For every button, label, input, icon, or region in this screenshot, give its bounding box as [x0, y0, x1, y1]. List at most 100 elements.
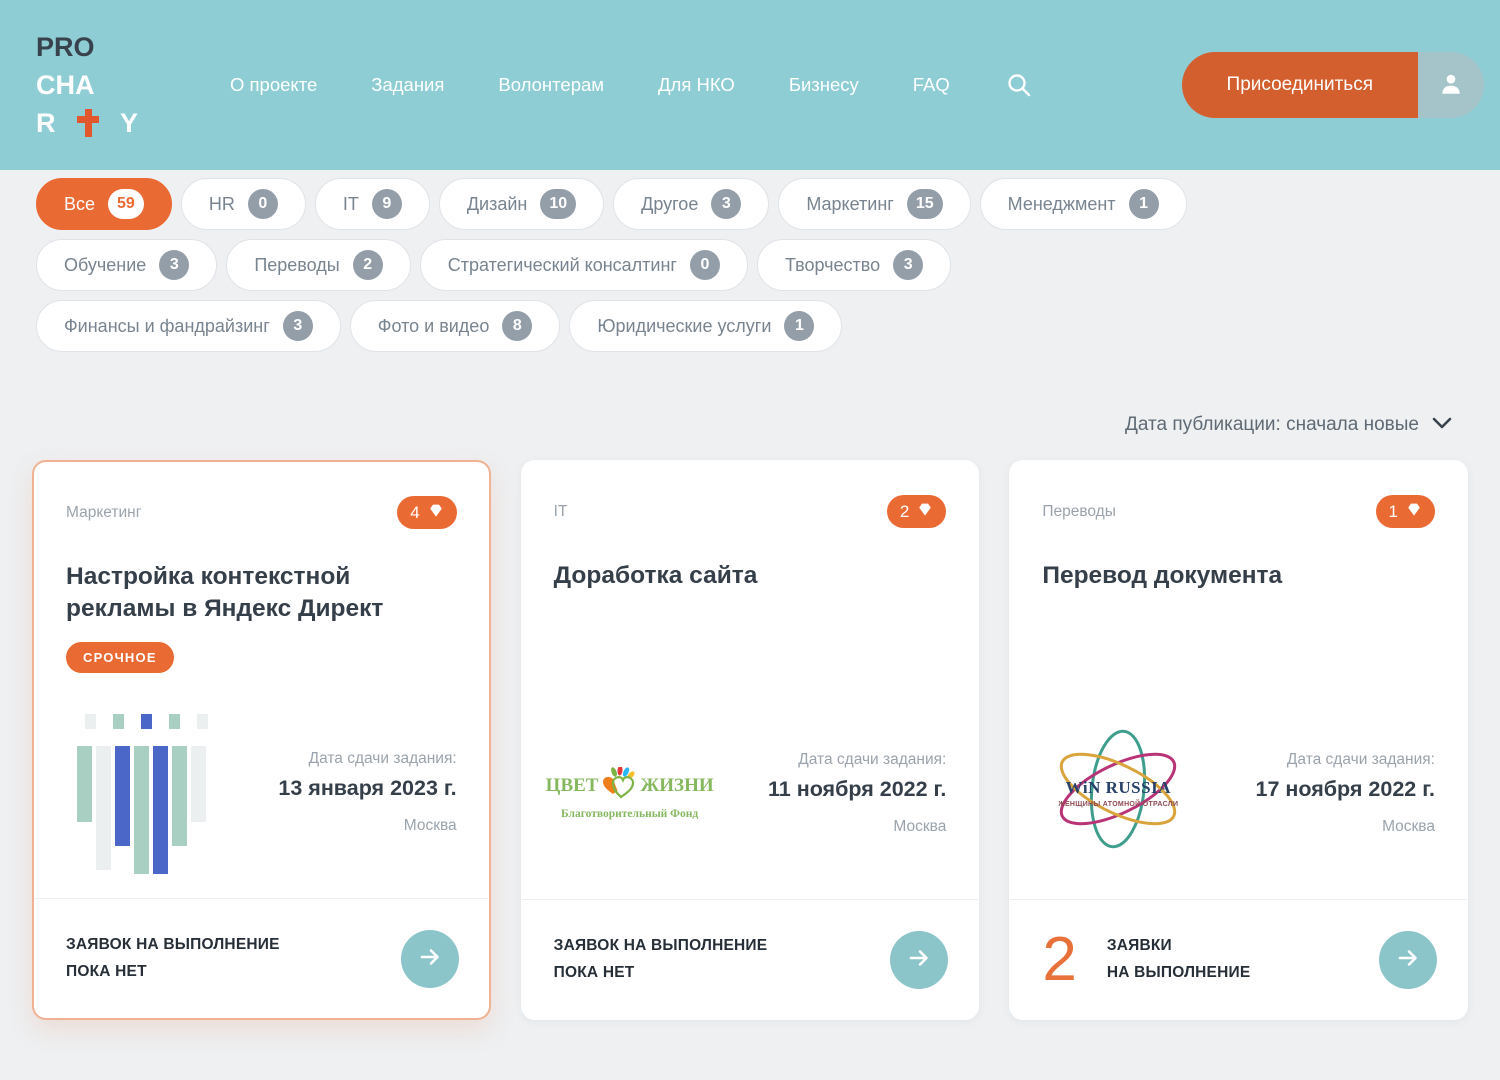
task-cards: Маркетинг 4 Настройка контекстной реклам… — [32, 460, 1468, 1020]
filter-row-2: Обучение 3 Переводы 2 Стратегический кон… — [32, 239, 1468, 291]
logo-letter-y: Y — [120, 104, 138, 142]
main-nav: О проекте Задания Волонтерам Для НКО Биз… — [230, 74, 950, 96]
logo-row-1: PRO — [36, 28, 138, 66]
org-logo-word2: ЖИЗНИ — [640, 775, 713, 797]
filter-chip-strategic-consulting[interactable]: Стратегический консалтинг 0 — [420, 239, 748, 291]
nav-about[interactable]: О проекте — [230, 74, 317, 96]
filter-row-3: Финансы и фандрайзинг 3 Фото и видео 8 Ю… — [32, 300, 1468, 352]
due-date: 13 января 2023 г. — [278, 776, 456, 801]
nav-faq[interactable]: FAQ — [913, 74, 950, 96]
open-task-button[interactable] — [1379, 931, 1437, 989]
org-logo-win-russia: WiN RUSSIA ЖЕНЩИНЫ АТОМНОЙ ОТРАСЛИ — [1042, 723, 1194, 863]
card-footer: ЗАЯВОК НА ВЫПОЛНЕНИЕ ПОКА НЕТ — [522, 899, 979, 1019]
filter-chip-management[interactable]: Менеджмент 1 — [980, 178, 1187, 230]
chip-count: 0 — [248, 189, 278, 219]
filter-chip-all[interactable]: Все 59 — [36, 178, 172, 230]
chip-count: 8 — [502, 311, 532, 341]
chip-label: Обучение — [64, 255, 146, 276]
org-logo-subtitle: ЖЕНЩИНЫ АТОМНОЙ ОТРАСЛИ — [1058, 801, 1178, 808]
chip-label: Финансы и фандрайзинг — [64, 316, 270, 337]
city: Москва — [278, 817, 456, 835]
date-label: Дата сдачи задания: — [1255, 751, 1435, 769]
sort-label: Дата публикации: сначала новые — [1125, 414, 1419, 436]
filter-chip-education[interactable]: Обучение 3 — [36, 239, 217, 291]
date-label: Дата сдачи задания: — [278, 750, 456, 768]
filter-chip-hr[interactable]: HR 0 — [181, 178, 306, 230]
card-category-row: Маркетинг 4 — [66, 496, 457, 529]
applications-line1: ЗАЯВОК НА ВЫПОЛНЕНИЕ — [554, 933, 768, 959]
due-date: 11 ноября 2022 г. — [768, 777, 946, 802]
card-meta: Дата сдачи задания: 17 ноября 2022 г. Мо… — [1255, 751, 1435, 836]
category-filters: Все 59 HR 0 IT 9 Дизайн 10 Другое 3 Марк… — [32, 178, 1468, 352]
chip-count: 3 — [711, 189, 741, 219]
open-task-button[interactable] — [401, 930, 459, 988]
favorites-badge[interactable]: 2 — [887, 495, 946, 528]
chip-count: 3 — [893, 250, 923, 280]
favorites-badge[interactable]: 4 — [397, 496, 456, 529]
filter-chip-translations[interactable]: Переводы 2 — [226, 239, 410, 291]
org-logo-title: ЦВЕТ ЖИЗ — [546, 767, 714, 805]
card-title: Доработка сайта — [554, 560, 944, 592]
card-category: IT — [554, 503, 568, 521]
chip-label: Юридические услуги — [597, 316, 771, 337]
nav-volunteers[interactable]: Волонтерам — [498, 74, 604, 96]
applications-count: 2 — [1042, 929, 1076, 991]
filter-chip-legal[interactable]: Юридические услуги 1 — [569, 300, 842, 352]
chip-label: IT — [343, 194, 359, 215]
sort-dropdown[interactable]: Дата публикации: сначала новые — [32, 414, 1452, 436]
card-body: Переводы 1 Перевод документа — [1010, 461, 1467, 899]
nav-tasks[interactable]: Задания — [371, 74, 444, 96]
diamond-icon — [428, 503, 444, 523]
filter-chip-it[interactable]: IT 9 — [315, 178, 430, 230]
person-icon — [1438, 71, 1464, 100]
chip-label: Дизайн — [467, 194, 528, 215]
nav-nko[interactable]: Для НКО — [658, 74, 735, 96]
filter-chip-finance[interactable]: Финансы и фандрайзинг 3 — [36, 300, 341, 352]
task-card-translation[interactable]: Переводы 1 Перевод документа — [1009, 460, 1468, 1020]
urgent-badge: СРОЧНОЕ — [66, 642, 174, 673]
favorites-badge[interactable]: 1 — [1376, 495, 1435, 528]
arrow-right-icon — [907, 946, 931, 973]
logo-row-2: CHA — [36, 66, 138, 104]
chip-label: Стратегический консалтинг — [448, 255, 677, 276]
filter-chip-photo-video[interactable]: Фото и видео 8 — [350, 300, 561, 352]
filter-chip-marketing[interactable]: Маркетинг 15 — [778, 178, 970, 230]
join-group: Присоединиться — [1182, 52, 1484, 118]
applications-line1: ЗАЯВКИ — [1107, 933, 1251, 959]
open-task-button[interactable] — [890, 931, 948, 989]
card-category: Маркетинг — [66, 504, 141, 522]
filter-chip-creativity[interactable]: Творчество 3 — [757, 239, 951, 291]
card-media-row: Дата сдачи задания: 13 января 2023 г. Мо… — [66, 706, 457, 878]
diamond-icon — [917, 502, 933, 522]
logo[interactable]: PRO CHA R Y — [36, 28, 138, 142]
card-title: Перевод документа — [1042, 560, 1432, 592]
nav-business[interactable]: Бизнесу — [789, 74, 859, 96]
card-category: Переводы — [1042, 503, 1116, 521]
chevron-down-icon — [1432, 414, 1452, 436]
chip-count: 15 — [907, 189, 943, 219]
date-label: Дата сдачи задания: — [768, 751, 946, 769]
favorites-count: 4 — [410, 503, 419, 523]
favorites-count: 2 — [900, 502, 909, 522]
filter-chip-other[interactable]: Другое 3 — [613, 178, 769, 230]
account-button[interactable] — [1418, 52, 1484, 118]
favorites-count: 1 — [1389, 502, 1398, 522]
chip-label: Другое — [641, 194, 698, 215]
card-body: IT 2 Доработка сайта ЦВЕТ — [522, 461, 979, 899]
chip-label: Все — [64, 194, 95, 215]
chip-count: 1 — [784, 311, 814, 341]
chip-label: Менеджмент — [1008, 194, 1116, 215]
chip-count: 2 — [353, 250, 383, 280]
task-card-marketing[interactable]: Маркетинг 4 Настройка контекстной реклам… — [32, 460, 491, 1020]
org-logo-cvet-zhizni: ЦВЕТ ЖИЗ — [554, 767, 706, 820]
filter-chip-design[interactable]: Дизайн 10 — [439, 178, 604, 230]
search-icon[interactable] — [1006, 72, 1032, 98]
header: PRO CHA R Y О проекте Задания Волонтерам… — [0, 0, 1500, 170]
join-button[interactable]: Присоединиться — [1182, 52, 1418, 118]
logo-letter-r: R — [36, 104, 56, 142]
task-card-it[interactable]: IT 2 Доработка сайта ЦВЕТ — [521, 460, 980, 1020]
chip-count: 1 — [1129, 189, 1159, 219]
applications-line2: ПОКА НЕТ — [554, 960, 768, 986]
chip-count: 3 — [159, 250, 189, 280]
card-category-row: Переводы 1 — [1042, 495, 1435, 528]
